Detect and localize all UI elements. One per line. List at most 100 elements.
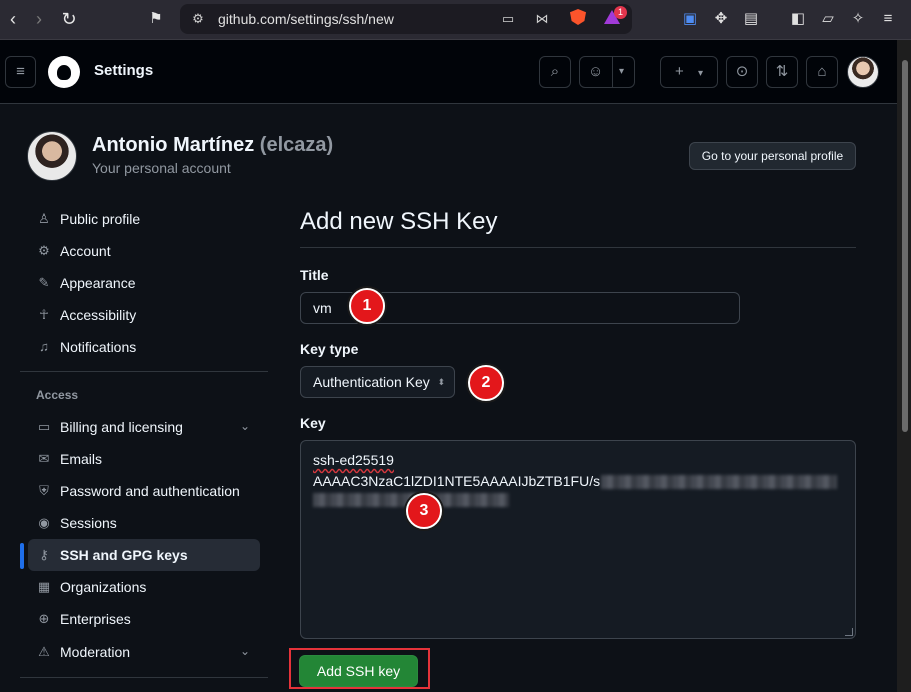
account-name: Antonio Martínez (elcaza)	[92, 134, 333, 157]
gear-icon: ⚙	[38, 243, 50, 258]
scrollbar-thumb[interactable]	[902, 60, 908, 432]
select-arrows-icon: ⬍	[437, 377, 445, 387]
rewards-badge: 1	[614, 6, 627, 19]
paintbrush-icon: ✎	[38, 275, 50, 290]
pull-requests-icon[interactable]: ⇅	[766, 56, 798, 88]
key-icon: ⚷	[39, 547, 49, 562]
resize-handle-icon[interactable]	[845, 628, 853, 636]
sidebar-item-label: SSH and GPG keys	[60, 547, 188, 563]
title-label: Title	[300, 267, 329, 283]
sidebar-item-sessions[interactable]: ◉ Sessions	[28, 507, 260, 539]
address-bar[interactable]: ⚙ github.com/settings/ssh/new ▭ ⋈	[180, 4, 632, 34]
search-icon[interactable]: ⌕	[539, 56, 571, 88]
report-icon: ⚠	[38, 644, 50, 659]
organization-icon: ▦	[37, 579, 51, 594]
key-type-label: Key type	[300, 341, 359, 357]
sidebar-item-label: Organizations	[60, 579, 147, 595]
sidebar-item-label: Emails	[60, 451, 103, 467]
sidebar-group-access: Access	[36, 388, 79, 402]
share-icon[interactable]: ⋈	[534, 11, 550, 27]
step-marker-3: 3	[406, 493, 442, 529]
sidebar-item-label: Sessions	[60, 515, 117, 531]
user-avatar[interactable]	[847, 56, 879, 88]
sidebar-item-enterprises[interactable]: ⊕ Enterprises	[28, 603, 260, 635]
cast-icon[interactable]: ▭	[500, 11, 516, 27]
url-text[interactable]: github.com/settings/ssh/new	[218, 11, 394, 27]
person-icon: ♙	[38, 211, 50, 226]
key-textarea[interactable]: ssh-ed25519 AAAAC3NzaC1lZDI1NTE5AAAAIJbZ…	[300, 440, 856, 639]
chevron-down-icon: ▾	[697, 68, 703, 79]
shield-lock-icon: ⛨	[39, 483, 49, 498]
sidebar-item-label: Moderation	[60, 644, 131, 660]
sidebar-divider	[20, 371, 268, 372]
sidebar-item-password[interactable]: ⛨ Password and authentication	[28, 475, 260, 507]
key-type-select[interactable]: Authentication Key ⬍	[300, 366, 455, 398]
globe-icon: ⊕	[38, 611, 50, 626]
key-type-value: Authentication Key	[313, 374, 430, 390]
step-marker-1: 1	[349, 288, 385, 324]
bookmark-icon[interactable]: ⚑	[145, 8, 167, 30]
github-logo-icon[interactable]	[48, 56, 80, 88]
key-text-line-1: ssh-ed25519	[313, 452, 394, 468]
create-new-button[interactable]: + ▾	[660, 56, 718, 88]
back-icon[interactable]: ‹	[2, 8, 24, 30]
sidebar-item-label: Public profile	[60, 211, 141, 227]
sidebar-item-label: Billing and licensing	[60, 419, 183, 435]
account-avatar	[27, 131, 77, 181]
sidebar-item-label: Password and authentication	[60, 483, 240, 499]
sidebar-item-label: Account	[60, 243, 111, 259]
redacted-key-text	[601, 475, 837, 489]
title-divider	[300, 247, 856, 248]
sidebar-item-accessibility[interactable]: ☥ Accessibility	[28, 299, 260, 331]
sidebar-item-label: Accessibility	[60, 307, 137, 323]
inbox-icon[interactable]: ⌂	[806, 56, 838, 88]
browser-toolbar: ‹ › ↻ ⚑ ⚙ github.com/settings/ssh/new ▭ …	[0, 0, 911, 40]
page-title: Add new SSH Key	[300, 208, 498, 235]
active-indicator	[20, 543, 24, 569]
sidebar-divider	[20, 677, 268, 678]
github-header: ≡ Settings ⌕ ☺ ▾ + ▾ ⊙ ⇅ ⌂	[0, 40, 897, 104]
leo-ai-icon[interactable]: ✧	[848, 9, 868, 29]
key-label: Key	[300, 415, 326, 431]
copilot-icon: ☺	[588, 63, 604, 80]
sidebar-item-account[interactable]: ⚙ Account	[28, 235, 260, 267]
mail-icon: ✉	[38, 451, 50, 466]
bell-icon: ♫	[39, 339, 49, 354]
sidebar-item-billing[interactable]: ▭ Billing and licensing ⌄	[28, 411, 260, 443]
translate-icon[interactable]: ▣	[680, 9, 700, 29]
sidebar-item-organizations[interactable]: ▦ Organizations	[28, 571, 260, 603]
site-settings-icon[interactable]: ⚙	[190, 11, 206, 27]
account-handle: (elcaza)	[259, 134, 334, 156]
reader-icon[interactable]: ▤	[741, 9, 761, 29]
sidebar-item-public-profile[interactable]: ♙ Public profile	[28, 203, 260, 235]
sidebar-item-label: Notifications	[60, 339, 137, 355]
copilot-menu-chevron-icon[interactable]: ▾	[612, 57, 624, 87]
go-to-profile-button[interactable]: Go to your personal profile	[689, 142, 856, 170]
chevron-down-icon: ⌄	[239, 644, 250, 658]
sidebar-toggle-icon[interactable]: ◧	[788, 9, 808, 29]
account-display-name: Antonio Martínez	[92, 134, 255, 156]
sidebar-item-notifications[interactable]: ♫ Notifications	[28, 331, 260, 363]
plus-icon: +	[675, 63, 684, 80]
account-subtitle: Your personal account	[92, 160, 231, 176]
hamburger-menu-icon[interactable]: ≡	[5, 56, 36, 88]
broadcast-icon: ◉	[38, 515, 50, 530]
menu-icon[interactable]: ≡	[878, 9, 898, 29]
sidebar-item-moderation[interactable]: ⚠ Moderation ⌄	[28, 636, 260, 668]
highlight-frame	[289, 648, 430, 689]
extensions-icon[interactable]: ✥	[711, 9, 731, 29]
accessibility-icon: ☥	[39, 307, 49, 322]
header-title[interactable]: Settings	[94, 62, 153, 79]
wallet-icon[interactable]: ▱	[818, 9, 838, 29]
forward-icon[interactable]: ›	[28, 8, 50, 30]
sidebar-item-ssh-keys[interactable]: ⚷ SSH and GPG keys	[28, 539, 260, 571]
credit-card-icon: ▭	[37, 419, 51, 434]
sidebar-item-label: Appearance	[60, 275, 136, 291]
issues-icon[interactable]: ⊙	[726, 56, 758, 88]
step-marker-2: 2	[468, 365, 504, 401]
sidebar-item-appearance[interactable]: ✎ Appearance	[28, 267, 260, 299]
sidebar-item-emails[interactable]: ✉ Emails	[28, 443, 260, 475]
reload-icon[interactable]: ↻	[58, 8, 80, 30]
sidebar-item-label: Enterprises	[60, 611, 131, 627]
copilot-button[interactable]: ☺ ▾	[579, 56, 635, 88]
